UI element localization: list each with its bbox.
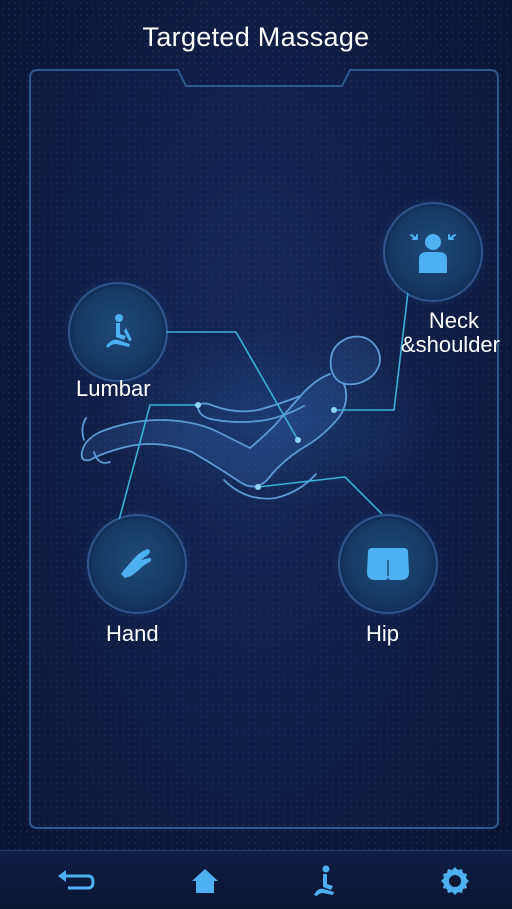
neck-label-line1: Neck — [428, 308, 479, 333]
body-diagram — [29, 69, 499, 829]
neck-shoulder-icon — [410, 234, 456, 273]
recline-chair-icon — [106, 314, 132, 348]
neck-label-line2: &shoulder — [400, 332, 500, 357]
home-button[interactable] — [183, 861, 227, 901]
settings-gear-icon — [441, 867, 469, 895]
hip-icon — [367, 548, 409, 580]
settings-button[interactable] — [433, 861, 477, 901]
neck-shoulder-label: Neck &shoulder — [376, 309, 500, 357]
hand-label: Hand — [106, 621, 159, 646]
page-title: Targeted Massage — [142, 22, 370, 52]
hip-label: Hip — [366, 621, 400, 646]
bottom-nav-bar — [0, 850, 512, 909]
seated-person-icon — [314, 865, 334, 896]
lumbar-zone-button[interactable] — [73, 287, 163, 377]
home-icon — [192, 869, 218, 893]
lumbar-label: Lumbar — [76, 376, 151, 401]
massage-app: Targeted Massage Lumbar Neck &shoulder H… — [0, 0, 512, 909]
hip-zone-button[interactable] — [343, 519, 433, 609]
neck-shoulder-zone-button[interactable] — [388, 207, 478, 297]
hand-icon — [121, 549, 152, 578]
back-arrow-icon — [58, 870, 95, 890]
back-button[interactable] — [54, 861, 98, 901]
hand-zone-button[interactable] — [92, 519, 182, 609]
body-mode-button[interactable] — [301, 861, 345, 901]
